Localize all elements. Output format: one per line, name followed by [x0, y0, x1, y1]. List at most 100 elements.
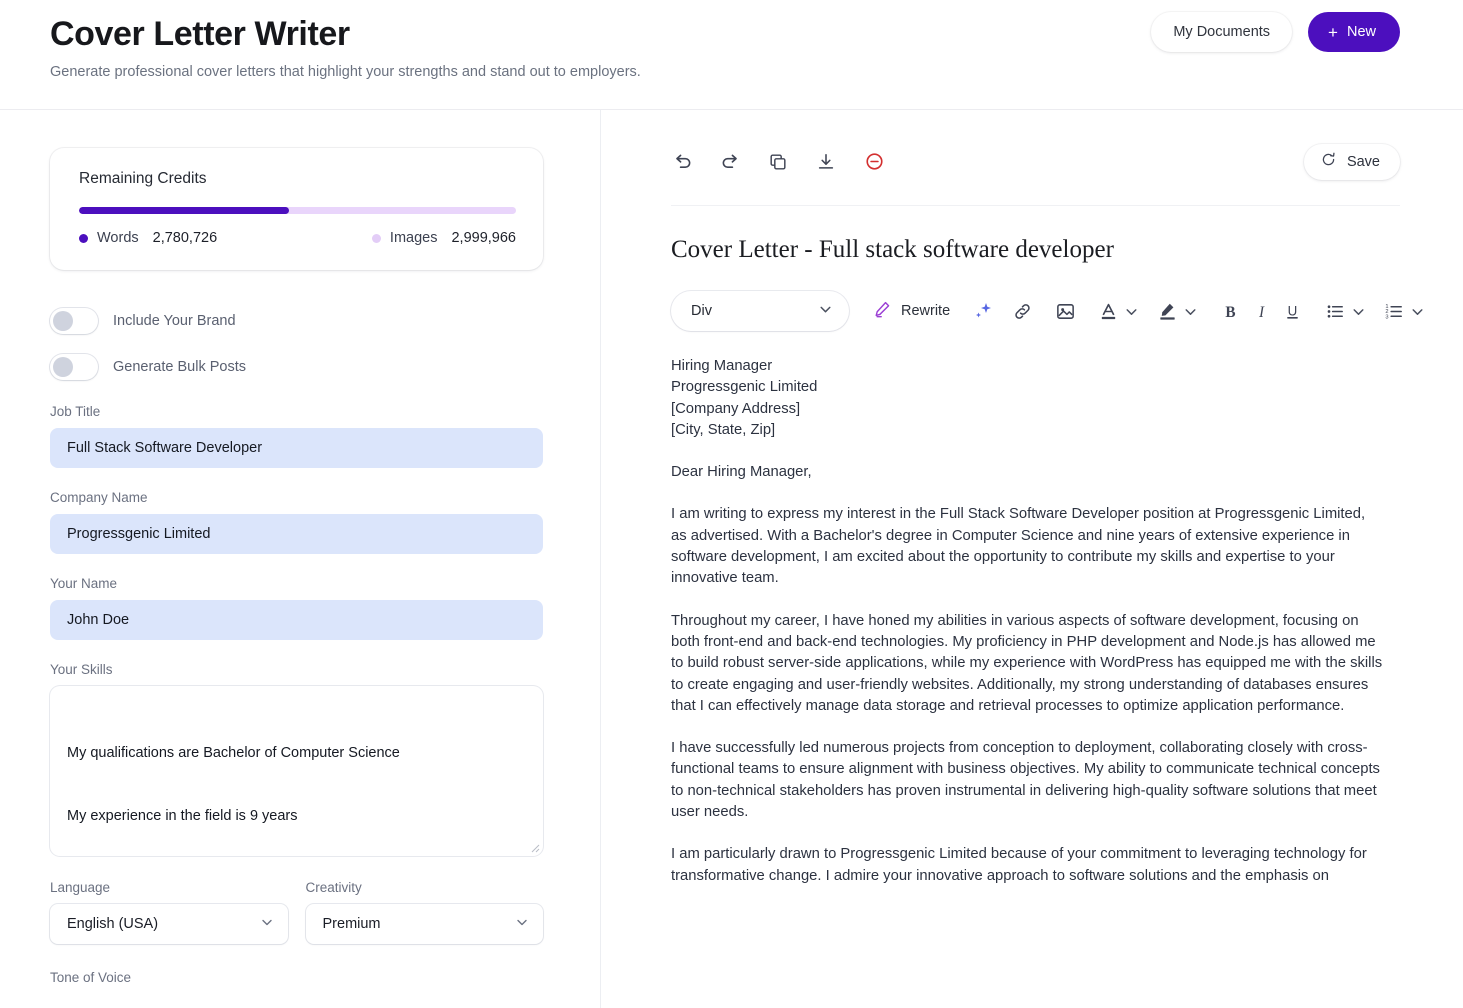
- creativity-label: Creativity: [305, 880, 362, 895]
- skills-line-1: My qualifications are Bachelor of Comput…: [67, 745, 400, 761]
- credits-progress-fill: [79, 207, 289, 214]
- new-button-label: New: [1346, 24, 1376, 40]
- letter-content[interactable]: Hiring Manager Progressgenic Limited [Co…: [671, 334, 1383, 887]
- numbered-list-chevron-down-icon[interactable]: [1410, 304, 1425, 319]
- field-group-your-name: Your Name: [50, 576, 543, 640]
- bulleted-list-icon[interactable]: [1325, 301, 1346, 322]
- sync-icon: [1320, 151, 1337, 172]
- select-row: Language English (USA) Creativity Premiu…: [50, 880, 543, 944]
- words-dot-icon: [79, 233, 88, 243]
- save-button[interactable]: Save: [1303, 143, 1400, 180]
- your-name-input[interactable]: [50, 600, 543, 640]
- text-color-chevron-down-icon[interactable]: [1124, 304, 1139, 319]
- plus-icon: +: [1328, 22, 1338, 42]
- toggle-knob: [53, 357, 73, 377]
- block-format-select[interactable]: Div: [671, 291, 849, 331]
- legend-item-images: Images 2,999,966: [371, 230, 516, 246]
- field-group-your-skills: Your Skills My qualifications are Bachel…: [50, 662, 543, 856]
- page-subtitle: Generate professional cover letters that…: [50, 64, 641, 80]
- copy-icon[interactable]: [763, 147, 793, 177]
- job-title-input[interactable]: [50, 428, 543, 468]
- job-title-label: Job Title: [50, 404, 101, 419]
- letter-paragraph-4: I am particularly drawn to Progressgenic…: [671, 846, 1367, 884]
- images-value: 2,999,966: [451, 230, 516, 246]
- italic-icon[interactable]: I: [1251, 301, 1272, 322]
- svg-text:U: U: [1288, 303, 1298, 318]
- svg-text:3: 3: [1386, 314, 1389, 320]
- editor-panel: Save Cover Letter - Full stack software …: [601, 110, 1463, 1008]
- highlight-color-icon[interactable]: [1157, 301, 1178, 322]
- rewrite-button[interactable]: Rewrite: [873, 300, 950, 323]
- toggle-row-generate-bulk: Generate Bulk Posts: [50, 352, 543, 382]
- words-value: 2,780,726: [152, 230, 218, 246]
- images-dot-icon: [371, 233, 381, 243]
- save-button-label: Save: [1346, 153, 1380, 170]
- letter-paragraph-3: I have successfully led numerous project…: [671, 740, 1380, 821]
- generate-bulk-toggle[interactable]: [50, 354, 98, 380]
- legend-item-words: Words 2,780,726: [79, 230, 217, 246]
- download-icon[interactable]: [811, 147, 841, 177]
- bold-icon[interactable]: B: [1220, 301, 1241, 322]
- words-label: Words: [97, 230, 139, 246]
- your-skills-textarea[interactable]: My qualifications are Bachelor of Comput…: [50, 686, 543, 856]
- chevron-down-icon: [260, 915, 274, 933]
- tone-of-voice-label: Tone of Voice: [50, 970, 132, 985]
- redo-icon[interactable]: [715, 147, 745, 177]
- language-label: Language: [50, 880, 111, 895]
- body-split: Remaining Credits Words 2,780,726 Images…: [0, 110, 1463, 1008]
- text-color-icon[interactable]: [1098, 301, 1119, 322]
- link-icon[interactable]: [1012, 301, 1033, 322]
- field-group-job-title: Job Title: [50, 404, 543, 468]
- my-documents-button[interactable]: My Documents: [1151, 12, 1293, 52]
- your-name-label: Your Name: [50, 576, 118, 591]
- chevron-down-icon: [818, 302, 833, 321]
- field-group-creativity: Creativity Premium: [305, 880, 543, 944]
- editor-action-icons: [667, 147, 889, 177]
- numbered-list-icon[interactable]: 123: [1384, 301, 1405, 322]
- block-format-value: Div: [691, 303, 712, 319]
- skills-line-2: My experience in the field is 9 years: [67, 808, 298, 824]
- language-select[interactable]: English (USA): [50, 904, 288, 944]
- field-group-language: Language English (USA): [50, 880, 288, 944]
- creativity-select[interactable]: Premium: [305, 904, 543, 944]
- delete-icon[interactable]: [859, 147, 889, 177]
- bulleted-list-chevron-down-icon[interactable]: [1351, 304, 1366, 319]
- highlight-color-chevron-down-icon[interactable]: [1183, 304, 1198, 319]
- toggle-row-include-brand: Include Your Brand: [50, 306, 543, 336]
- pen-icon: [873, 300, 892, 323]
- letter-paragraph-1: I am writing to express my interest in t…: [671, 506, 1366, 587]
- remaining-credits-card: Remaining Credits Words 2,780,726 Images…: [50, 148, 543, 270]
- credits-title: Remaining Credits: [79, 170, 207, 187]
- insert-image-icon[interactable]: [1055, 301, 1076, 322]
- images-label: Images: [389, 230, 438, 246]
- rich-text-toolbar: Div Rewrite B I U 1 2 3: [671, 288, 1423, 334]
- include-brand-toggle[interactable]: [50, 308, 98, 334]
- letter-paragraph-2: Throughout my career, I have honed my ab…: [671, 612, 1383, 714]
- company-name-label: Company Name: [50, 490, 148, 505]
- document-title: Cover Letter - Full stack software devel…: [671, 236, 1114, 263]
- salutation: Dear Hiring Manager,: [671, 464, 812, 481]
- undo-icon[interactable]: [667, 147, 697, 177]
- company-name-input[interactable]: [50, 514, 543, 554]
- recipient-block: Hiring Manager Progressgenic Limited [Co…: [671, 358, 818, 438]
- creativity-value: Premium: [322, 916, 381, 932]
- chevron-down-icon: [515, 915, 529, 933]
- resize-handle-icon: [531, 844, 540, 853]
- editor-topbar: Save: [671, 110, 1400, 206]
- header-actions: My Documents + New: [1151, 12, 1400, 52]
- rewrite-label: Rewrite: [901, 303, 951, 319]
- toggle-knob: [53, 311, 73, 331]
- ai-sparkle-icon[interactable]: [972, 300, 994, 322]
- field-group-company-name: Company Name: [50, 490, 543, 554]
- generate-bulk-label: Generate Bulk Posts: [113, 359, 246, 375]
- your-skills-label: Your Skills: [50, 662, 113, 677]
- svg-text:I: I: [1258, 303, 1265, 320]
- credits-legend: Words 2,780,726 Images 2,999,966: [79, 230, 516, 246]
- language-value: English (USA): [67, 916, 159, 932]
- page-header: Cover Letter Writer Generate professiona…: [0, 0, 1463, 110]
- credits-progress-track: [79, 207, 516, 214]
- underline-icon[interactable]: U: [1282, 301, 1303, 322]
- new-button[interactable]: + New: [1308, 12, 1400, 52]
- svg-text:B: B: [1226, 303, 1236, 320]
- form-panel: Remaining Credits Words 2,780,726 Images…: [0, 110, 601, 1008]
